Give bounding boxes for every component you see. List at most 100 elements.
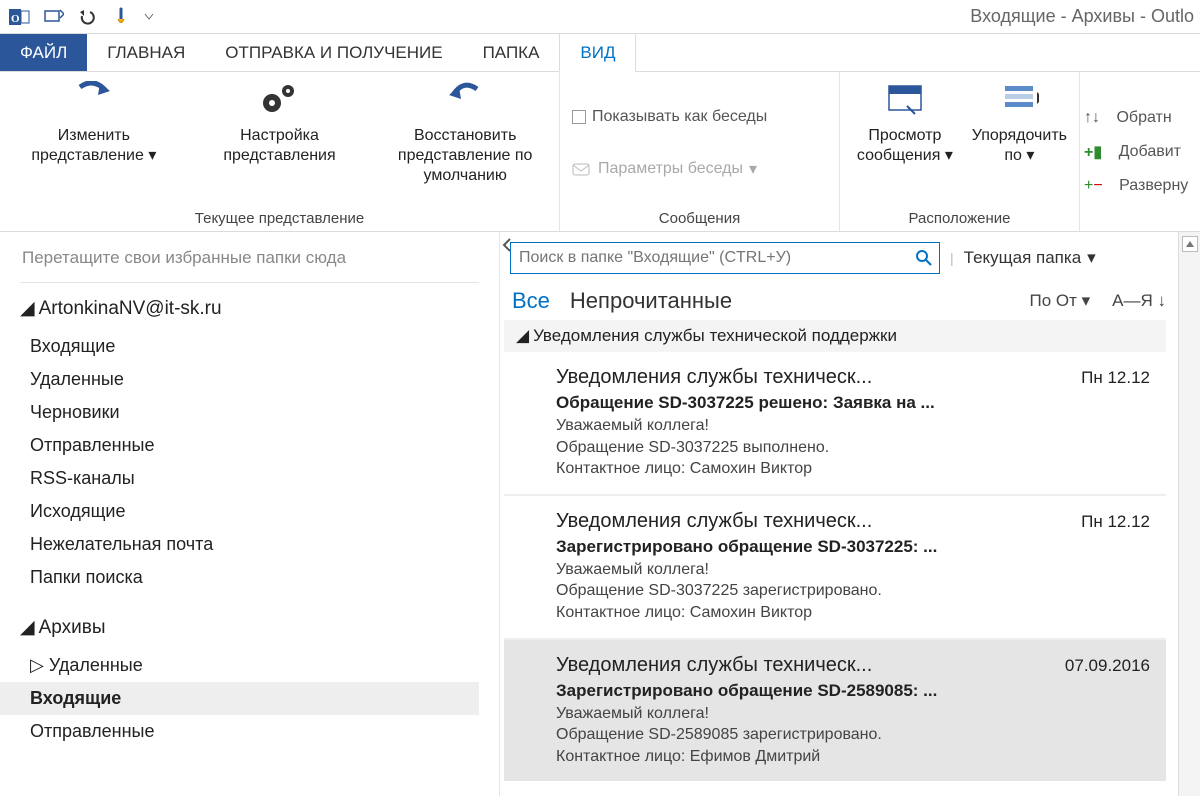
folder-item[interactable]: Отправленные: [20, 429, 479, 462]
archives-header[interactable]: ◢ Архивы: [20, 616, 479, 639]
conversation-settings-button[interactable]: Параметры беседы ▾: [572, 155, 827, 183]
sort-az[interactable]: А—Я ↓: [1112, 291, 1166, 311]
message-subject: Зарегистрировано обращение SD-2589085: .…: [556, 681, 1150, 701]
ribbon: Изменить представление ▾ Настройка предс…: [0, 72, 1200, 232]
touch-mode-icon[interactable]: [108, 4, 134, 30]
quick-access-toolbar: O: [6, 4, 156, 30]
qat-customize-icon[interactable]: [142, 4, 156, 30]
dropdown-caret-icon: ▾: [945, 147, 953, 164]
message-subject: Обращение SD-3037225 решено: Заявка на .…: [556, 393, 1150, 413]
vertical-scrollbar[interactable]: [1178, 232, 1200, 796]
filter-unread[interactable]: Непрочитанные: [570, 288, 732, 314]
expand-caret-icon: ◢: [20, 616, 35, 639]
account-header[interactable]: ◢ ArtonkinaNV@it-sk.ru: [20, 297, 479, 320]
search-scope-label: Текущая папка: [964, 248, 1082, 268]
message-group-header[interactable]: ◢ Уведомления службы технической поддерж…: [504, 320, 1166, 352]
message-preview-icon: [885, 78, 925, 120]
change-view-label: Изменить представление: [31, 127, 144, 164]
outlook-icon: O: [6, 4, 32, 30]
view-settings-button[interactable]: Настройка представления: [198, 78, 362, 166]
show-as-conversations-checkbox[interactable]: Показывать как беседы: [572, 103, 827, 131]
tab-file[interactable]: ФАЙЛ: [0, 34, 87, 71]
sort-by-from[interactable]: По От ▾: [1029, 291, 1090, 311]
dropdown-caret-icon: ▾: [148, 147, 156, 164]
change-view-button[interactable]: Изменить представление ▾: [12, 78, 176, 166]
tab-sendreceive[interactable]: ОТПРАВКА И ПОЛУЧЕНИЕ: [205, 34, 462, 71]
search-box[interactable]: [510, 242, 940, 274]
show-as-conversations-label: Показывать как беседы: [592, 108, 767, 126]
message-preview-button[interactable]: Просмотр сообщения ▾: [852, 78, 958, 166]
checkbox-icon: [572, 110, 586, 124]
favorites-hint: Перетащите свои избранные папки сюда: [20, 240, 479, 283]
dropdown-caret-icon: ▾: [1026, 147, 1034, 164]
message-item[interactable]: Уведомления службы техническ...07.09.201…: [504, 640, 1166, 782]
arrange-by-icon: [999, 78, 1039, 120]
arrange-by-button[interactable]: Упорядочить по ▾: [972, 78, 1067, 166]
folder-item[interactable]: Папки поиска: [20, 561, 479, 594]
folder-item[interactable]: Удаленные: [20, 363, 479, 396]
ribbon-group-label-current-view: Текущее представление: [12, 208, 547, 227]
dropdown-caret-icon: ▾: [1087, 248, 1096, 268]
message-subject: Зарегистрировано обращение SD-3037225: .…: [556, 537, 1150, 557]
expand-caret-icon: ◢: [20, 297, 35, 320]
message-preview-label: Просмотр сообщения: [857, 127, 942, 164]
collapse-group-icon: ◢: [516, 326, 529, 346]
reverse-sort-icon: ↑↓: [1084, 109, 1100, 127]
folder-item[interactable]: Входящие: [0, 682, 479, 715]
account-label: ArtonkinaNV@it-sk.ru: [39, 298, 222, 320]
arrange-by-label: Упорядочить по: [972, 127, 1067, 164]
ribbon-group-messages: Показывать как беседы Параметры беседы ▾…: [560, 72, 840, 231]
folder-item[interactable]: Нежелательная почта: [20, 528, 479, 561]
message-from: Уведомления службы техническ...: [556, 366, 872, 389]
folder-item[interactable]: Входящие: [20, 330, 479, 363]
svg-text:O: O: [11, 13, 20, 25]
reverse-sort-button[interactable]: ↑↓ Обратн: [1084, 104, 1188, 132]
tab-home[interactable]: ГЛАВНАЯ: [87, 34, 205, 71]
sendreceive-icon[interactable]: [40, 4, 66, 30]
title-bar: O Входящие - Архивы - Outlo: [0, 0, 1200, 34]
navigation-pane: Перетащите свои избранные папки сюда ◢ A…: [0, 232, 500, 796]
search-row: | Текущая папка ▾: [500, 232, 1178, 284]
folder-item[interactable]: Исходящие: [20, 495, 479, 528]
expand-collapse-button[interactable]: +− Разверну: [1084, 172, 1188, 200]
message-preview: Уважаемый коллега!Обращение SD-2589085 з…: [556, 703, 1150, 768]
view-settings-label: Настройка представления: [198, 126, 362, 166]
message-from: Уведомления службы техническ...: [556, 510, 872, 533]
tab-view[interactable]: ВИД: [559, 33, 636, 72]
message-item[interactable]: Уведомления службы техническ...Пн 12.12З…: [504, 496, 1166, 640]
folder-item[interactable]: Отправленные: [20, 715, 479, 748]
folder-list-archives: ▷ УдаленныеВходящиеОтправленные: [20, 649, 479, 748]
view-settings-icon: [258, 78, 302, 120]
archives-label: Архивы: [39, 617, 106, 639]
change-view-icon: [74, 78, 114, 120]
scroll-up-icon[interactable]: [1182, 236, 1198, 252]
search-icon[interactable]: [909, 249, 939, 267]
content-area: Перетащите свои избранные папки сюда ◢ A…: [0, 232, 1200, 796]
search-scope-dropdown[interactable]: Текущая папка ▾: [964, 248, 1096, 268]
dropdown-caret-icon: ▾: [749, 159, 757, 179]
filter-all[interactable]: Все: [512, 288, 550, 314]
conversation-settings-icon: [572, 161, 592, 177]
ribbon-group-current-view: Изменить представление ▾ Настройка предс…: [0, 72, 560, 231]
ribbon-group-label-messages: Сообщения: [572, 208, 827, 227]
search-input[interactable]: [511, 249, 909, 267]
tab-folder[interactable]: ПАПКА: [463, 34, 560, 71]
folder-list-account: ВходящиеУдаленныеЧерновикиОтправленныеRS…: [20, 330, 479, 594]
message-group-label: Уведомления службы технической поддержки: [533, 326, 897, 346]
message-date: Пн 12.12: [1081, 368, 1150, 388]
add-icon: +▮: [1084, 142, 1102, 162]
message-from: Уведомления службы техническ...: [556, 654, 872, 677]
ribbon-tabs: ФАЙЛ ГЛАВНАЯ ОТПРАВКА И ПОЛУЧЕНИЕ ПАПКА …: [0, 34, 1200, 72]
folder-item[interactable]: ▷ Удаленные: [20, 649, 479, 682]
ribbon-group-arrangement: Просмотр сообщения ▾ Упорядочить по ▾ Ра…: [840, 72, 1080, 231]
reset-view-label: Восстановить представление по умолчанию: [383, 126, 547, 186]
message-item[interactable]: Уведомления службы техническ... Пн 12.12 О…: [504, 352, 1166, 496]
message-preview: Уважаемый коллега!Обращение SD-3037225 з…: [556, 559, 1150, 624]
ribbon-group-label-arrangement: Расположение: [852, 208, 1067, 227]
collapse-nav-icon[interactable]: [501, 238, 513, 252]
add-columns-button[interactable]: +▮ Добавит: [1084, 138, 1188, 166]
reset-view-button[interactable]: Восстановить представление по умолчанию: [383, 78, 547, 186]
folder-item[interactable]: RSS-каналы: [20, 462, 479, 495]
undo-icon[interactable]: [74, 4, 100, 30]
folder-item[interactable]: Черновики: [20, 396, 479, 429]
